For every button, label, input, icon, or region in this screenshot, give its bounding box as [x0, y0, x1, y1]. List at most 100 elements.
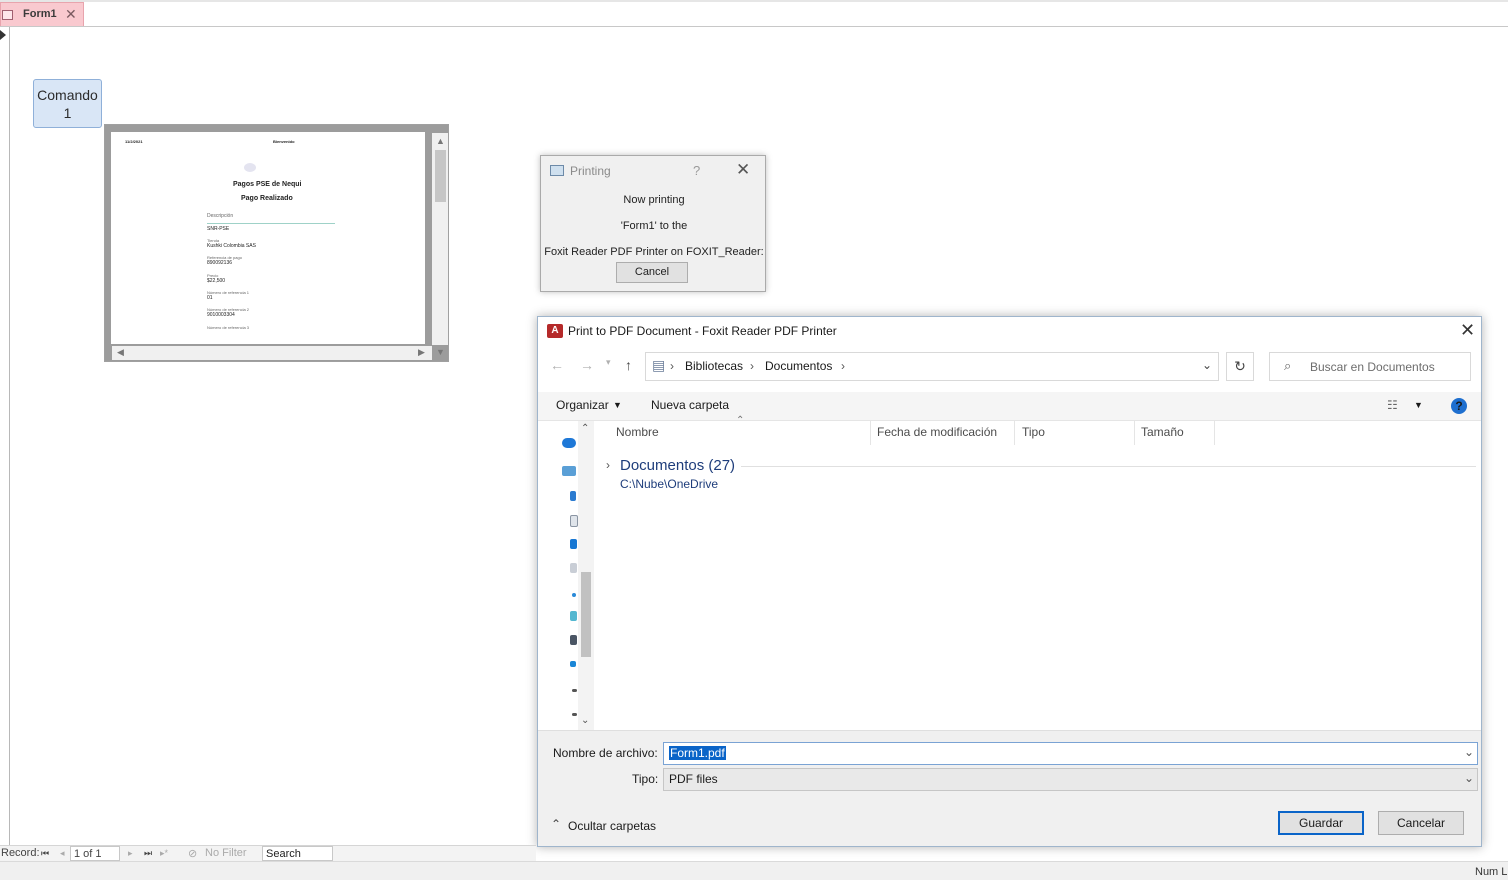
- column-divider: [870, 421, 871, 445]
- save-button[interactable]: Guardar: [1278, 811, 1364, 835]
- printing-line-2: 'Form1' to the: [620, 220, 688, 232]
- recent-locations-icon[interactable]: ▾: [606, 357, 611, 368]
- drive-icon[interactable]: [572, 713, 577, 716]
- organize-button[interactable]: Organizar: [556, 398, 609, 412]
- search-label: Search: [266, 848, 301, 860]
- videos-icon[interactable]: [570, 611, 577, 621]
- music-icon[interactable]: [572, 593, 576, 597]
- chevron-down-icon[interactable]: ⌄: [1464, 745, 1474, 759]
- hide-folders-button[interactable]: Ocultar carpetas: [568, 819, 656, 833]
- page-subtitle: Pago Realizado: [241, 195, 293, 202]
- downloads-icon[interactable]: [570, 491, 576, 501]
- cancel-button[interactable]: Cancelar: [1378, 811, 1464, 835]
- close-icon[interactable]: ✕: [1460, 320, 1475, 341]
- desktop-icon[interactable]: [570, 539, 577, 549]
- field-value: SNR-PSE: [207, 226, 230, 232]
- record-selector[interactable]: [0, 27, 10, 845]
- field-label: Número de referencia 3: [207, 325, 250, 330]
- tab-form1[interactable]: Form1 ✕: [0, 2, 84, 26]
- access-app-icon: A: [547, 324, 563, 338]
- column-tamano[interactable]: Tamaño: [1141, 425, 1184, 439]
- view-options-icon[interactable]: ☷: [1387, 398, 1398, 412]
- scroll-down-icon[interactable]: ⌄: [581, 715, 589, 726]
- form-icon: [2, 10, 13, 20]
- next-record-icon[interactable]: ▸: [128, 848, 133, 859]
- command-button[interactable]: Comando 1: [33, 79, 102, 128]
- nequi-logo-icon: [244, 163, 256, 172]
- back-icon[interactable]: ←: [550, 357, 564, 373]
- column-divider: [1214, 421, 1215, 445]
- search-input[interactable]: Search: [262, 846, 333, 861]
- current-record-field[interactable]: 1 of 1: [70, 846, 120, 861]
- drive-icon[interactable]: [570, 635, 577, 645]
- previous-record-icon[interactable]: ◂: [60, 848, 65, 859]
- onedrive-icon[interactable]: [562, 438, 576, 448]
- chevron-down-icon[interactable]: ⌄: [1202, 358, 1212, 372]
- printing-dialog: Printing ? ✕ Now printing 'Form1' to the…: [540, 155, 766, 292]
- save-options: Nombre de archivo: Form1.pdf ⌄ Tipo: PDF…: [538, 730, 1481, 846]
- last-record-icon[interactable]: ⏭: [144, 848, 152, 859]
- chevron-up-icon[interactable]: ⌃: [551, 817, 561, 831]
- column-divider: [1134, 421, 1135, 445]
- filter-status[interactable]: No Filter: [205, 847, 247, 859]
- filter-icon: ⊘: [188, 848, 198, 860]
- field-value: 9010003304: [207, 312, 235, 318]
- group-divider: [741, 466, 1476, 467]
- documents-icon[interactable]: [570, 515, 578, 527]
- column-divider: [1014, 421, 1015, 445]
- page-title: Pagos PSE de Nequi: [233, 181, 302, 188]
- current-record-arrow-icon: [0, 30, 6, 40]
- scroll-left-icon[interactable]: ◀: [117, 347, 124, 358]
- column-fecha[interactable]: Fecha de modificación: [877, 425, 997, 439]
- column-tipo[interactable]: Tipo: [1022, 425, 1045, 439]
- filename-field[interactable]: Form1.pdf ⌄: [663, 742, 1478, 765]
- windows-drive-icon[interactable]: [570, 661, 576, 667]
- vertical-scroll-thumb[interactable]: [435, 150, 446, 202]
- chevron-right-icon[interactable]: ›: [606, 458, 610, 472]
- field-value: 01: [207, 295, 213, 301]
- this-pc-icon[interactable]: [562, 466, 576, 476]
- new-folder-button[interactable]: Nueva carpeta: [651, 398, 729, 412]
- group-header[interactable]: Documentos (27): [620, 457, 735, 474]
- section-divider: [207, 223, 335, 224]
- search-placeholder: Buscar en Documentos: [1310, 360, 1435, 374]
- field-value: Kushki Colombia SAS: [207, 243, 256, 249]
- breadcrumb-documentos[interactable]: Documentos: [765, 359, 832, 373]
- column-nombre[interactable]: Nombre: [616, 425, 659, 439]
- chevron-down-icon[interactable]: ▼: [1414, 400, 1423, 410]
- printing-line-1: Now printing: [623, 194, 685, 206]
- help-icon[interactable]: ?: [1451, 398, 1467, 414]
- chevron-down-icon[interactable]: ▼: [613, 400, 622, 410]
- help-icon[interactable]: ?: [693, 163, 700, 178]
- breadcrumb-bibliotecas[interactable]: Bibliotecas: [685, 359, 743, 373]
- file-type-select[interactable]: PDF files ⌄: [663, 768, 1478, 791]
- current-record-value: 1 of 1: [74, 848, 102, 860]
- num-lock-status: Num L: [1475, 866, 1508, 878]
- up-icon[interactable]: ↑: [625, 357, 632, 373]
- refresh-button[interactable]: ↻: [1226, 352, 1254, 381]
- breadcrumb-separator-icon: ›: [841, 359, 845, 373]
- pictures-icon[interactable]: [570, 563, 577, 573]
- cancel-button[interactable]: Cancel: [616, 262, 688, 283]
- scroll-down-icon[interactable]: ▼: [436, 347, 445, 357]
- scroll-up-icon[interactable]: ▲: [436, 136, 445, 146]
- scroll-up-icon[interactable]: ⌃: [581, 423, 589, 434]
- address-bar[interactable]: ▤ › Bibliotecas › Documentos › ⌄: [645, 352, 1219, 381]
- chevron-down-icon[interactable]: ⌄: [1464, 771, 1474, 785]
- new-record-icon[interactable]: ▸*: [160, 848, 168, 859]
- field-value: $22,500: [207, 278, 226, 284]
- navigation-scroll-thumb[interactable]: [581, 572, 591, 657]
- close-tab-icon[interactable]: ✕: [65, 7, 77, 21]
- record-label: Record:: [1, 847, 40, 859]
- first-record-icon[interactable]: ⏮: [41, 848, 49, 859]
- search-box[interactable]: ⌕ Buscar en Documentos: [1269, 352, 1471, 381]
- save-dialog: A Print to PDF Document - Foxit Reader P…: [537, 316, 1482, 847]
- horizontal-scrollbar[interactable]: ◀ ▶: [112, 346, 432, 360]
- close-icon[interactable]: ✕: [736, 160, 750, 180]
- forward-icon[interactable]: →: [580, 357, 594, 373]
- field-value: 890092136: [207, 260, 233, 266]
- drive-icon[interactable]: [572, 689, 577, 692]
- scroll-right-icon[interactable]: ▶: [418, 347, 425, 358]
- field-label: Número de referencia 1: [207, 290, 250, 295]
- sort-ascending-icon: ⌃: [736, 415, 745, 426]
